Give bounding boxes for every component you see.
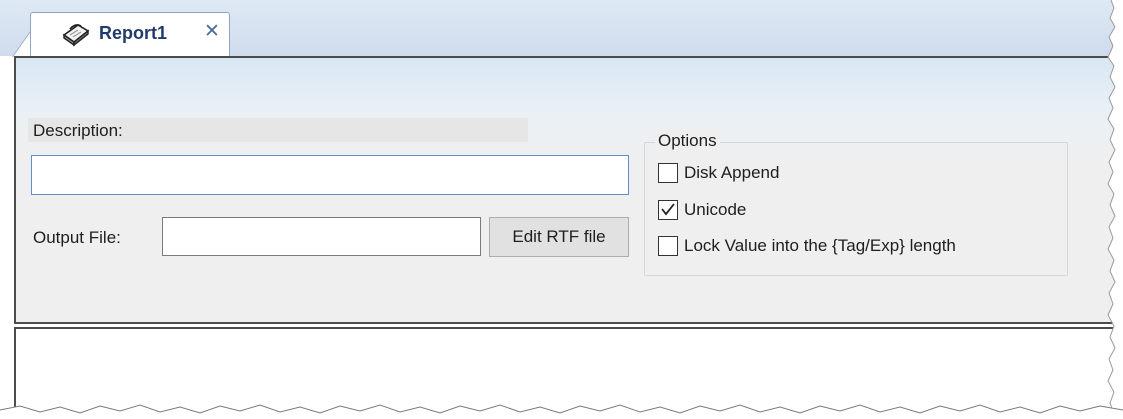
lock-value-checkbox[interactable]: Lock Value into the {Tag/Exp} length [658, 233, 956, 259]
options-group-title: Options [655, 131, 720, 151]
output-file-input[interactable] [162, 217, 481, 256]
torn-edge-right [1107, 0, 1123, 419]
unicode-label: Unicode [684, 200, 747, 219]
tab-title: Report1 [99, 23, 168, 43]
checkbox-unchecked-icon [658, 163, 678, 183]
disk-append-checkbox[interactable]: Disk Append [658, 160, 779, 186]
lock-value-label: Lock Value into the {Tag/Exp} length [684, 236, 956, 255]
description-label: Description: [33, 121, 123, 140]
tab-report1[interactable]: Report1 ✕ [30, 12, 230, 56]
edit-rtf-file-button[interactable]: Edit RTF file [489, 217, 629, 257]
torn-edge-bottom [0, 404, 1123, 419]
description-input[interactable] [31, 155, 629, 195]
disk-append-label: Disk Append [684, 163, 780, 182]
close-icon[interactable]: ✕ [203, 21, 221, 43]
output-file-label: Output File: [33, 228, 121, 247]
checkbox-unchecked-icon [658, 236, 678, 256]
unicode-checkbox[interactable]: Unicode [658, 197, 746, 223]
report-icon [62, 24, 90, 47]
checkmark-icon [658, 200, 678, 220]
